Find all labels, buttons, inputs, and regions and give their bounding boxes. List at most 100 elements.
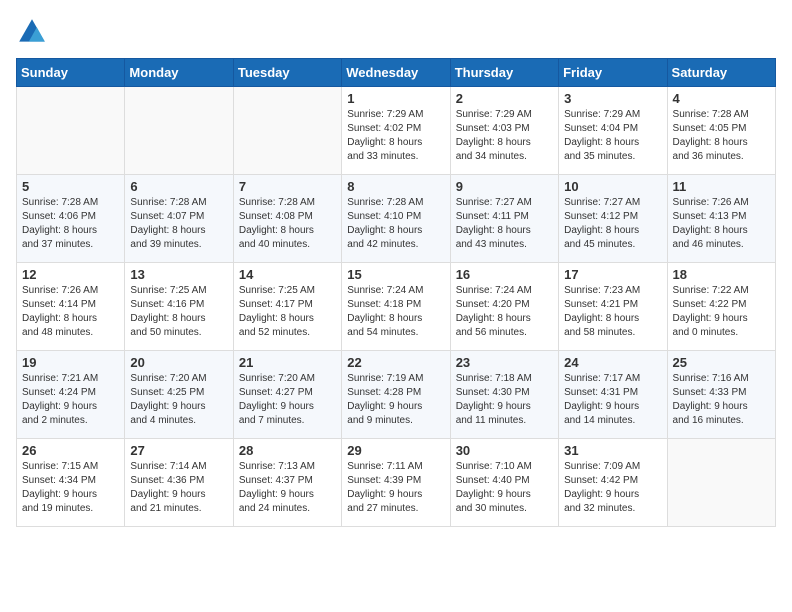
calendar-day-cell: 14 Sunrise: 7:25 AM Sunset: 4:17 PM Dayli… [233,263,341,351]
day-number: 21 [239,355,336,370]
logo [16,16,52,48]
day-number: 7 [239,179,336,194]
calendar-day-cell: 15 Sunrise: 7:24 AM Sunset: 4:18 PM Dayli… [342,263,450,351]
day-header-friday: Friday [559,59,667,87]
calendar-day-cell: 22 Sunrise: 7:19 AM Sunset: 4:28 PM Dayli… [342,351,450,439]
day-info: Sunrise: 7:28 AM Sunset: 4:10 PM Dayligh… [347,196,444,252]
day-number: 4 [673,91,770,106]
day-number: 3 [564,91,661,106]
calendar-day-cell: 26 Sunrise: 7:15 AM Sunset: 4:34 PM Dayli… [17,439,125,527]
calendar-week-row: 12Sunrise: 7:26 AM Sunset: 4:14 PM Dayli… [17,263,776,351]
calendar-day-cell [125,87,233,175]
day-number: 9 [456,179,553,194]
day-info: Sunrise: 7:19 AM Sunset: 4:28 PM Dayligh… [347,372,444,428]
day-number: 1 [347,91,444,106]
day-info: Sunrise: 7:25 AM Sunset: 4:17 PM Dayligh… [239,284,336,340]
day-number: 27 [130,443,227,458]
calendar-day-cell: 17Sunrise: 7:23 AM Sunset: 4:21 PM Dayli… [559,263,667,351]
day-info: Sunrise: 7:24 AM Sunset: 4:20 PM Dayligh… [456,284,553,340]
day-number: 15 [347,267,444,282]
calendar-day-cell: 21 Sunrise: 7:20 AM Sunset: 4:27 PM Dayli… [233,351,341,439]
day-info: Sunrise: 7:18 AM Sunset: 4:30 PM Dayligh… [456,372,553,428]
calendar-day-cell: 25 Sunrise: 7:16 AM Sunset: 4:33 PM Dayli… [667,351,775,439]
day-info: Sunrise: 7:13 AM Sunset: 4:37 PM Dayligh… [239,460,336,516]
day-number: 31 [564,443,661,458]
day-info: Sunrise: 7:24 AM Sunset: 4:18 PM Dayligh… [347,284,444,340]
day-info: Sunrise: 7:14 AM Sunset: 4:36 PM Dayligh… [130,460,227,516]
calendar-day-cell: 8 Sunrise: 7:28 AM Sunset: 4:10 PM Daylig… [342,175,450,263]
day-info: Sunrise: 7:16 AM Sunset: 4:33 PM Dayligh… [673,372,770,428]
calendar-day-cell: 28 Sunrise: 7:13 AM Sunset: 4:37 PM Dayli… [233,439,341,527]
day-info: Sunrise: 7:27 AM Sunset: 4:11 PM Dayligh… [456,196,553,252]
day-header-thursday: Thursday [450,59,558,87]
day-number: 2 [456,91,553,106]
day-number: 28 [239,443,336,458]
calendar-day-cell: 6 Sunrise: 7:28 AM Sunset: 4:07 PM Daylig… [125,175,233,263]
calendar-table: SundayMondayTuesdayWednesdayThursdayFrid… [16,58,776,527]
day-number: 22 [347,355,444,370]
day-info: Sunrise: 7:28 AM Sunset: 4:07 PM Dayligh… [130,196,227,252]
day-number: 30 [456,443,553,458]
day-number: 29 [347,443,444,458]
calendar-day-cell: 2 Sunrise: 7:29 AM Sunset: 4:03 PM Daylig… [450,87,558,175]
day-number: 10 [564,179,661,194]
calendar-day-cell: 5 Sunrise: 7:28 AM Sunset: 4:06 PM Daylig… [17,175,125,263]
day-info: Sunrise: 7:20 AM Sunset: 4:27 PM Dayligh… [239,372,336,428]
calendar-day-cell [17,87,125,175]
day-info: Sunrise: 7:27 AM Sunset: 4:12 PM Dayligh… [564,196,661,252]
day-number: 20 [130,355,227,370]
day-info: Sunrise: 7:20 AM Sunset: 4:25 PM Dayligh… [130,372,227,428]
calendar-day-cell: 29 Sunrise: 7:11 AM Sunset: 4:39 PM Dayli… [342,439,450,527]
day-header-tuesday: Tuesday [233,59,341,87]
day-header-sunday: Sunday [17,59,125,87]
day-info: Sunrise: 7:28 AM Sunset: 4:08 PM Dayligh… [239,196,336,252]
calendar-day-cell: 19 Sunrise: 7:21 AM Sunset: 4:24 PM Dayli… [17,351,125,439]
day-info: Sunrise: 7:29 AM Sunset: 4:02 PM Dayligh… [347,108,444,164]
day-number: 23 [456,355,553,370]
day-number: 6 [130,179,227,194]
day-number: 13 [130,267,227,282]
calendar-day-cell: 12Sunrise: 7:26 AM Sunset: 4:14 PM Dayli… [17,263,125,351]
day-info: Sunrise: 7:10 AM Sunset: 4:40 PM Dayligh… [456,460,553,516]
day-info: Sunrise: 7:26 AM Sunset: 4:14 PM Dayligh… [22,284,119,340]
day-info: Sunrise: 7:09 AM Sunset: 4:42 PM Dayligh… [564,460,661,516]
day-info: Sunrise: 7:26 AM Sunset: 4:13 PM Dayligh… [673,196,770,252]
day-info: Sunrise: 7:29 AM Sunset: 4:04 PM Dayligh… [564,108,661,164]
calendar-day-cell: 9 Sunrise: 7:27 AM Sunset: 4:11 PM Daylig… [450,175,558,263]
calendar-header-row: SundayMondayTuesdayWednesdayThursdayFrid… [17,59,776,87]
day-number: 8 [347,179,444,194]
page-header [16,16,776,48]
day-info: Sunrise: 7:15 AM Sunset: 4:34 PM Dayligh… [22,460,119,516]
day-info: Sunrise: 7:11 AM Sunset: 4:39 PM Dayligh… [347,460,444,516]
day-info: Sunrise: 7:28 AM Sunset: 4:06 PM Dayligh… [22,196,119,252]
calendar-day-cell: 11Sunrise: 7:26 AM Sunset: 4:13 PM Dayli… [667,175,775,263]
calendar-day-cell: 20 Sunrise: 7:20 AM Sunset: 4:25 PM Dayli… [125,351,233,439]
day-header-saturday: Saturday [667,59,775,87]
day-number: 5 [22,179,119,194]
day-info: Sunrise: 7:25 AM Sunset: 4:16 PM Dayligh… [130,284,227,340]
day-number: 14 [239,267,336,282]
calendar-day-cell: 18 Sunrise: 7:22 AM Sunset: 4:22 PM Dayli… [667,263,775,351]
day-header-monday: Monday [125,59,233,87]
calendar-day-cell: 31 Sunrise: 7:09 AM Sunset: 4:42 PM Dayli… [559,439,667,527]
day-info: Sunrise: 7:21 AM Sunset: 4:24 PM Dayligh… [22,372,119,428]
calendar-day-cell: 30 Sunrise: 7:10 AM Sunset: 4:40 PM Dayli… [450,439,558,527]
day-header-wednesday: Wednesday [342,59,450,87]
day-number: 17 [564,267,661,282]
day-number: 26 [22,443,119,458]
calendar-day-cell: 24Sunrise: 7:17 AM Sunset: 4:31 PM Dayli… [559,351,667,439]
calendar-day-cell: 23 Sunrise: 7:18 AM Sunset: 4:30 PM Dayli… [450,351,558,439]
calendar-day-cell: 13 Sunrise: 7:25 AM Sunset: 4:16 PM Dayli… [125,263,233,351]
calendar-day-cell: 4Sunrise: 7:28 AM Sunset: 4:05 PM Daylig… [667,87,775,175]
calendar-week-row: 1 Sunrise: 7:29 AM Sunset: 4:02 PM Daylig… [17,87,776,175]
day-number: 24 [564,355,661,370]
day-info: Sunrise: 7:22 AM Sunset: 4:22 PM Dayligh… [673,284,770,340]
day-number: 16 [456,267,553,282]
calendar-week-row: 5 Sunrise: 7:28 AM Sunset: 4:06 PM Daylig… [17,175,776,263]
day-number: 18 [673,267,770,282]
calendar-day-cell: 10 Sunrise: 7:27 AM Sunset: 4:12 PM Dayli… [559,175,667,263]
calendar-day-cell: 3 Sunrise: 7:29 AM Sunset: 4:04 PM Daylig… [559,87,667,175]
day-number: 19 [22,355,119,370]
day-number: 25 [673,355,770,370]
day-info: Sunrise: 7:29 AM Sunset: 4:03 PM Dayligh… [456,108,553,164]
